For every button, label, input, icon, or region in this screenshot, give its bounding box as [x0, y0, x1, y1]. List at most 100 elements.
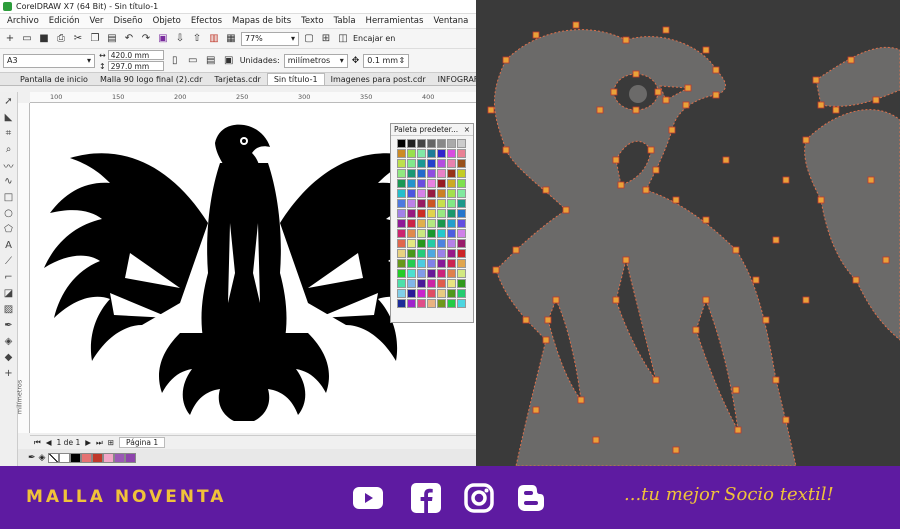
- bezier-node[interactable]: [672, 196, 680, 204]
- bezier-node[interactable]: [832, 106, 840, 114]
- bezier-node[interactable]: [632, 106, 640, 114]
- bezier-node[interactable]: [668, 126, 676, 134]
- palette-swatch[interactable]: [427, 169, 436, 178]
- instagram-icon[interactable]: [463, 482, 495, 514]
- palette-swatch[interactable]: [447, 299, 456, 308]
- palette-swatch[interactable]: [437, 159, 446, 168]
- bezier-node[interactable]: [852, 276, 860, 284]
- palette-swatch[interactable]: [417, 259, 426, 268]
- bezier-node[interactable]: [572, 21, 580, 29]
- palette-swatch[interactable]: [437, 209, 446, 218]
- palette-swatch[interactable]: [457, 149, 466, 158]
- artistic-media-icon[interactable]: ∿: [3, 175, 15, 187]
- palette-swatch[interactable]: [427, 259, 436, 268]
- palette-swatch[interactable]: [447, 279, 456, 288]
- document-tab[interactable]: Malla 90 logo final (2).cdr: [94, 74, 208, 85]
- menu-item-texto[interactable]: Texto: [296, 16, 328, 26]
- bezier-node[interactable]: [662, 96, 670, 104]
- bezier-node[interactable]: [847, 56, 855, 64]
- palette-swatch[interactable]: [457, 239, 466, 248]
- palette-swatch[interactable]: [437, 249, 446, 258]
- copy-icon[interactable]: ❐: [88, 32, 102, 46]
- palette-swatch[interactable]: [427, 279, 436, 288]
- drop-shadow-icon[interactable]: ◪: [3, 287, 15, 299]
- add-tool-icon[interactable]: +: [3, 367, 15, 379]
- full-screen-icon[interactable]: ▢: [302, 32, 316, 46]
- palette-swatch[interactable]: [427, 219, 436, 228]
- color-swatch[interactable]: [70, 452, 82, 463]
- document-tab[interactable]: Tarjetas.cdr: [208, 74, 266, 85]
- bezier-node[interactable]: [702, 46, 710, 54]
- bezier-node[interactable]: [642, 186, 650, 194]
- new-document-icon[interactable]: +: [3, 32, 17, 46]
- menu-item-ver[interactable]: Ver: [85, 16, 109, 26]
- palette-swatch[interactable]: [417, 249, 426, 258]
- palette-swatch[interactable]: [397, 249, 406, 258]
- bezier-node[interactable]: [522, 316, 530, 324]
- last-page-icon[interactable]: ⏭: [96, 438, 103, 448]
- bezier-node[interactable]: [577, 396, 585, 404]
- palette-swatch[interactable]: [417, 169, 426, 178]
- palette-swatch[interactable]: [437, 149, 446, 158]
- bezier-node[interactable]: [612, 296, 620, 304]
- blogger-icon[interactable]: [515, 482, 547, 514]
- page-tab[interactable]: Página 1: [119, 437, 166, 448]
- bezier-node[interactable]: [672, 446, 680, 454]
- bezier-node[interactable]: [512, 246, 520, 254]
- bezier-node[interactable]: [542, 336, 550, 344]
- publish-pdf-icon[interactable]: ▥: [207, 32, 221, 46]
- polygon-tool-icon[interactable]: ⬠: [3, 223, 15, 235]
- bezier-node[interactable]: [502, 146, 510, 154]
- palette-swatch[interactable]: [407, 229, 416, 238]
- palette-swatch[interactable]: [457, 199, 466, 208]
- palette-swatch[interactable]: [457, 219, 466, 228]
- palette-swatch[interactable]: [427, 209, 436, 218]
- palette-swatch[interactable]: [457, 269, 466, 278]
- palette-swatch[interactable]: [457, 279, 466, 288]
- palette-swatch[interactable]: [437, 139, 446, 148]
- interactive-fill-icon[interactable]: ◈: [3, 335, 15, 347]
- bezier-node[interactable]: [562, 206, 570, 214]
- shape-tool-icon[interactable]: ◣: [3, 111, 15, 123]
- palette-swatch[interactable]: [457, 209, 466, 218]
- save-icon[interactable]: ■: [37, 32, 51, 46]
- portrait-icon[interactable]: ▯: [168, 54, 182, 68]
- palette-swatch[interactable]: [417, 269, 426, 278]
- palette-swatch[interactable]: [437, 299, 446, 308]
- palette-swatch[interactable]: [427, 299, 436, 308]
- palette-swatch[interactable]: [447, 259, 456, 268]
- palette-swatch[interactable]: [417, 229, 426, 238]
- palette-swatch[interactable]: [457, 299, 466, 308]
- previous-page-icon[interactable]: ◀: [46, 438, 52, 447]
- palette-swatch[interactable]: [407, 189, 416, 198]
- palette-swatch[interactable]: [437, 179, 446, 188]
- bezier-node[interactable]: [812, 76, 820, 84]
- palette-swatch[interactable]: [417, 159, 426, 168]
- nudge-distance-field[interactable]: 0.1 mm ⇕: [363, 53, 410, 68]
- menu-item-objeto[interactable]: Objeto: [148, 16, 186, 26]
- palette-swatch[interactable]: [427, 199, 436, 208]
- bezier-node[interactable]: [722, 156, 730, 164]
- bezier-node[interactable]: [702, 296, 710, 304]
- palette-swatch[interactable]: [427, 139, 436, 148]
- no-color-swatch[interactable]: [48, 452, 60, 463]
- palette-swatch[interactable]: [437, 229, 446, 238]
- palette-swatch[interactable]: [397, 229, 406, 238]
- palette-swatch[interactable]: [407, 209, 416, 218]
- palette-swatch[interactable]: [407, 269, 416, 278]
- all-pages-icon[interactable]: ▤: [204, 54, 218, 68]
- ellipse-tool-icon[interactable]: ○: [3, 207, 15, 219]
- palette-swatch[interactable]: [397, 139, 406, 148]
- bezier-node[interactable]: [652, 376, 660, 384]
- menu-item-archivo[interactable]: Archivo: [2, 16, 44, 26]
- palette-swatch[interactable]: [407, 289, 416, 298]
- bezier-node[interactable]: [652, 166, 660, 174]
- palette-swatch[interactable]: [407, 249, 416, 258]
- bezier-node[interactable]: [732, 246, 740, 254]
- palette-swatch[interactable]: [447, 249, 456, 258]
- search-content-icon[interactable]: ▣: [156, 32, 170, 46]
- menu-item-edición[interactable]: Edición: [44, 16, 85, 26]
- palette-swatch[interactable]: [417, 299, 426, 308]
- palette-swatch[interactable]: [407, 279, 416, 288]
- export-icon[interactable]: ⇧: [190, 32, 204, 46]
